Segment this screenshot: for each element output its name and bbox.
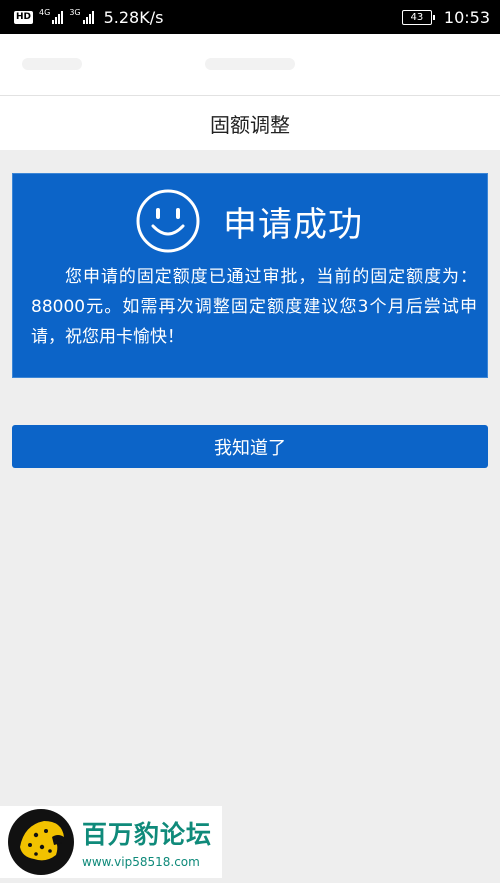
result-title: 申请成功 <box>223 204 363 245</box>
result-message: 您申请的固定额度已通过审批，当前的固定额度为：88000元。如需再次调整固定额度… <box>31 267 477 347</box>
result-header: 申请成功 <box>135 188 363 254</box>
watermark-text: 百万豹论坛 www.vip58518.com <box>82 815 212 869</box>
watermark-name: 百万豹论坛 <box>82 820 213 849</box>
battery-icon: 43 <box>401 9 435 25</box>
clock: 10:53 <box>443 7 490 27</box>
blurred-back-area <box>22 58 82 70</box>
smiley-icon <box>136 189 200 253</box>
battery-level: 43 <box>410 11 424 23</box>
signal-3g-icon: 3G <box>69 8 94 24</box>
signal-4g-icon: 4G <box>39 8 64 24</box>
status-bar: HD 4G 3G 5.28K/s 43 10:53 <box>0 0 500 34</box>
watermark: 百万豹论坛 www.vip58518.com <box>0 806 222 878</box>
hd-badge: HD <box>14 10 34 24</box>
blurred-nav-title <box>205 58 295 70</box>
watermark-url: www.vip58518.com <box>82 855 200 869</box>
status-left: HD 4G 3G 5.28K/s <box>14 8 163 27</box>
network-speed: 5.28K/s <box>103 7 164 27</box>
page-title-bar: 固额调整 <box>0 96 500 150</box>
page-title: 固额调整 <box>210 112 290 137</box>
acknowledge-button[interactable]: 我知道了 <box>12 425 488 468</box>
nav-strip <box>0 34 500 96</box>
status-right: 43 10:53 <box>401 7 490 27</box>
leopard-logo-icon <box>8 809 74 875</box>
result-card: 申请成功 您申请的固定额度已通过审批，当前的固定额度为：88000元。如需再次调… <box>12 173 488 378</box>
